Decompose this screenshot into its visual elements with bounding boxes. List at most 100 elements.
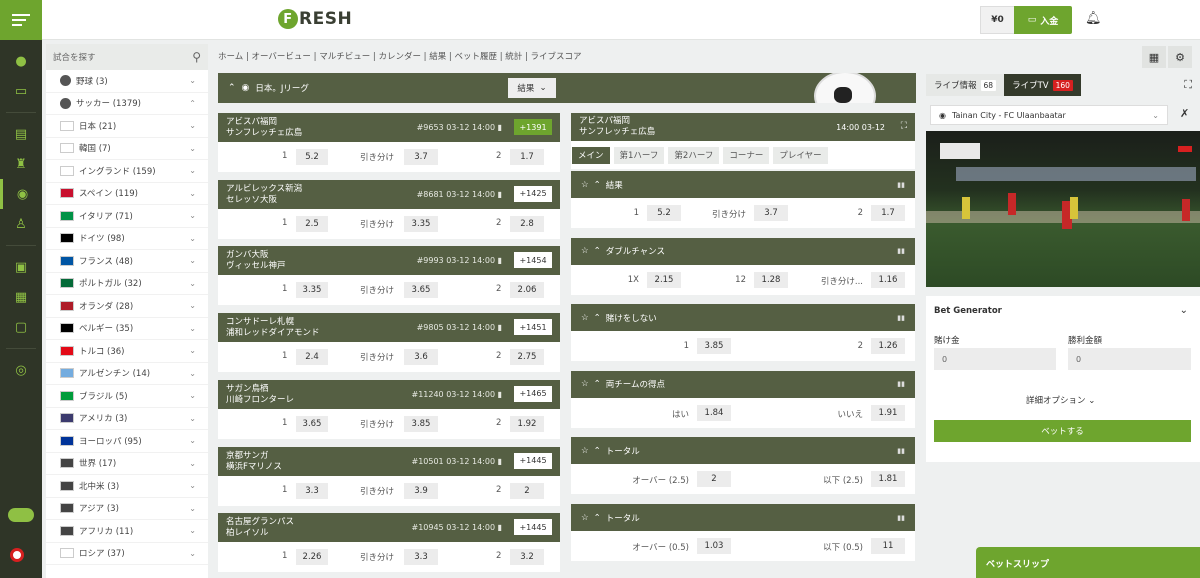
sidebar-item[interactable]: アメリカ (3) ⌄ (46, 408, 208, 430)
sidebar-item[interactable]: 世界 (17) ⌄ (46, 453, 208, 475)
markets-count-button[interactable]: +1451 (514, 319, 552, 336)
star-icon[interactable]: ☆ (581, 513, 589, 523)
odd-button-2[interactable]: 2.75 (510, 349, 544, 366)
market-odd-button[interactable]: 2 (697, 471, 731, 488)
market-odd-button[interactable]: 1.84 (697, 404, 731, 421)
flag-icon[interactable] (10, 548, 24, 562)
market-odd-button[interactable]: 1.91 (871, 404, 905, 421)
odd-button-draw[interactable]: 3.9 (404, 482, 438, 499)
chat-icon[interactable]: ▢ (0, 312, 42, 342)
betslip-bar[interactable]: ベットスリップ (976, 547, 1200, 578)
market-header[interactable]: ☆ ⌃ ダブルチャンス ▮▮ (571, 237, 915, 265)
sidebar-item[interactable]: アフリカ (11) ⌄ (46, 520, 208, 543)
user-icon[interactable]: ● (0, 46, 42, 76)
toggle-icon[interactable] (8, 508, 34, 522)
odd-button-draw[interactable]: 3.35 (404, 215, 438, 232)
odd-button-2[interactable]: 2.06 (510, 282, 544, 299)
collapse-icon[interactable]: ⌃ (228, 83, 236, 93)
markets-count-button[interactable]: +1454 (514, 252, 552, 269)
expand-icon[interactable]: ⛶ (901, 121, 907, 132)
markets-count-button[interactable]: +1465 (514, 385, 552, 402)
market-tab[interactable]: メイン (572, 146, 610, 164)
market-odd-button[interactable]: 5.2 (647, 205, 681, 221)
market-odd-button[interactable]: 1.7 (871, 205, 905, 221)
stats-icon[interactable]: ▮ (498, 523, 502, 532)
fight-icon[interactable]: ♙ (0, 209, 42, 239)
stats-icon[interactable]: ▮ (498, 123, 502, 132)
stats-icon[interactable]: ▮ (498, 190, 502, 199)
sidebar-item[interactable]: アジア (3) ⌄ (46, 498, 208, 520)
gift-icon[interactable]: ▣ (0, 252, 42, 282)
fullscreen-icon[interactable]: ⛶ (1184, 78, 1192, 92)
deposit-button[interactable]: ▭ 入金 (1014, 6, 1072, 34)
odd-button-1[interactable]: 2.5 (296, 215, 328, 232)
search-input[interactable]: 試合を探す ⚲ (46, 44, 208, 70)
markets-count-button[interactable]: +1391 (514, 119, 552, 135)
markets-count-button[interactable]: +1445 (514, 452, 552, 469)
market-odd-button[interactable]: 1.28 (754, 271, 788, 288)
bell-icon[interactable]: 🔔︎ (1085, 11, 1102, 26)
star-icon[interactable]: ☆ (581, 246, 589, 256)
stats-icon[interactable]: ▮ (498, 256, 502, 265)
tab-live-tv[interactable]: ライブTV 160 (1004, 74, 1081, 96)
odd-button-draw[interactable]: 3.3 (404, 549, 438, 566)
odd-button-2[interactable]: 2 (510, 482, 544, 499)
odd-button-1[interactable]: 3.3 (296, 482, 328, 499)
market-tab[interactable]: プレイヤー (773, 146, 828, 164)
sidebar-item[interactable]: 野球 (3) ⌄ (46, 70, 208, 93)
odd-button-draw[interactable]: 3.6 (404, 349, 438, 366)
result-select[interactable]: 結果 ⌄ (508, 78, 556, 98)
sidebar-item[interactable]: フランス (48) ⌄ (46, 250, 208, 273)
sidebar-item[interactable]: イタリア (71) ⌄ (46, 205, 208, 228)
market-odd-button[interactable]: 1.16 (871, 271, 905, 288)
sidebar-item[interactable]: ポルトガル (32) ⌄ (46, 273, 208, 295)
calendar-icon[interactable]: ▦ (0, 282, 42, 312)
tab-live-info[interactable]: ライブ情報 68 (926, 74, 1005, 96)
stats-icon[interactable]: ▮ (498, 390, 502, 399)
breadcrumb[interactable]: ホーム | オーバービュー | マルチビュー | カレンダー | 結果 | ベッ… (218, 50, 582, 62)
odd-button-1[interactable]: 2.26 (296, 549, 328, 566)
market-header[interactable]: ☆ ⌃ 賭けをしない ▮▮ (571, 304, 915, 332)
gear-icon[interactable]: ⚙ (1168, 46, 1192, 68)
sidebar-item[interactable]: ロシア (37) ⌄ (46, 543, 208, 565)
odd-button-2[interactable]: 2.8 (510, 215, 544, 232)
stats-icon[interactable]: ▮ (498, 457, 502, 466)
market-odd-button[interactable]: 11 (871, 538, 905, 554)
advanced-options-toggle[interactable]: 詳細オプション ⌄ (1026, 394, 1095, 406)
market-odd-button[interactable]: 1.03 (697, 538, 731, 554)
market-tab[interactable]: コーナー (723, 146, 770, 164)
sidebar-item[interactable]: ベルギー (35) ⌄ (46, 318, 208, 340)
market-odd-button[interactable]: 2.15 (647, 271, 681, 288)
trophy-icon[interactable]: ♜ (0, 149, 42, 179)
win-input[interactable]: 0 (1068, 348, 1191, 370)
match-select[interactable]: ◉ Tainan City - FC Ulaanbaatar ⌄ (930, 105, 1168, 125)
menu-button[interactable] (0, 0, 42, 40)
star-icon[interactable]: ☆ (581, 379, 589, 389)
odd-button-draw[interactable]: 3.65 (404, 282, 438, 299)
market-odd-button[interactable]: 1.26 (871, 338, 905, 355)
odd-button-2[interactable]: 1.92 (510, 415, 544, 432)
sidebar-item[interactable]: オランダ (28) ⌄ (46, 295, 208, 318)
odd-button-1[interactable]: 3.65 (296, 415, 328, 432)
market-header[interactable]: ☆ ⌃ トータル ▮▮ (571, 437, 915, 465)
bet-button[interactable]: ベットする (934, 420, 1191, 442)
star-icon[interactable]: ☆ (581, 180, 589, 190)
sidebar-item[interactable]: ドイツ (98) ⌄ (46, 228, 208, 250)
market-header[interactable]: ☆ ⌃ 結果 ▮▮ (571, 171, 915, 198)
sidebar-item[interactable]: ブラジル (5) ⌄ (46, 385, 208, 408)
odd-button-1[interactable]: 2.4 (296, 349, 328, 366)
sidebar-item[interactable]: アルゼンチン (14) ⌄ (46, 363, 208, 385)
sidebar-item[interactable]: トルコ (36) ⌄ (46, 340, 208, 363)
support-icon[interactable]: ◎ (0, 355, 42, 385)
odd-button-2[interactable]: 3.2 (510, 549, 544, 566)
odds-icon[interactable]: ▤ (0, 119, 42, 149)
odd-button-1[interactable]: 5.2 (296, 149, 328, 165)
market-odd-button[interactable]: 3.7 (754, 205, 788, 221)
sidebar-item[interactable]: イングランド (159) ⌄ (46, 160, 208, 183)
odd-button-1[interactable]: 3.35 (296, 282, 328, 299)
market-odd-button[interactable]: 3.85 (697, 338, 731, 355)
market-odd-button[interactable]: 1.81 (871, 471, 905, 488)
market-header[interactable]: ☆ ⌃ 両チームの得点 ▮▮ (571, 370, 915, 398)
market-header[interactable]: ☆ ⌃ トータル ▮▮ (571, 504, 915, 531)
match-card[interactable]: アルビレックス新潟 セレッソ大阪 #8681 03-12 14:00 ▮ +14… (218, 179, 560, 239)
